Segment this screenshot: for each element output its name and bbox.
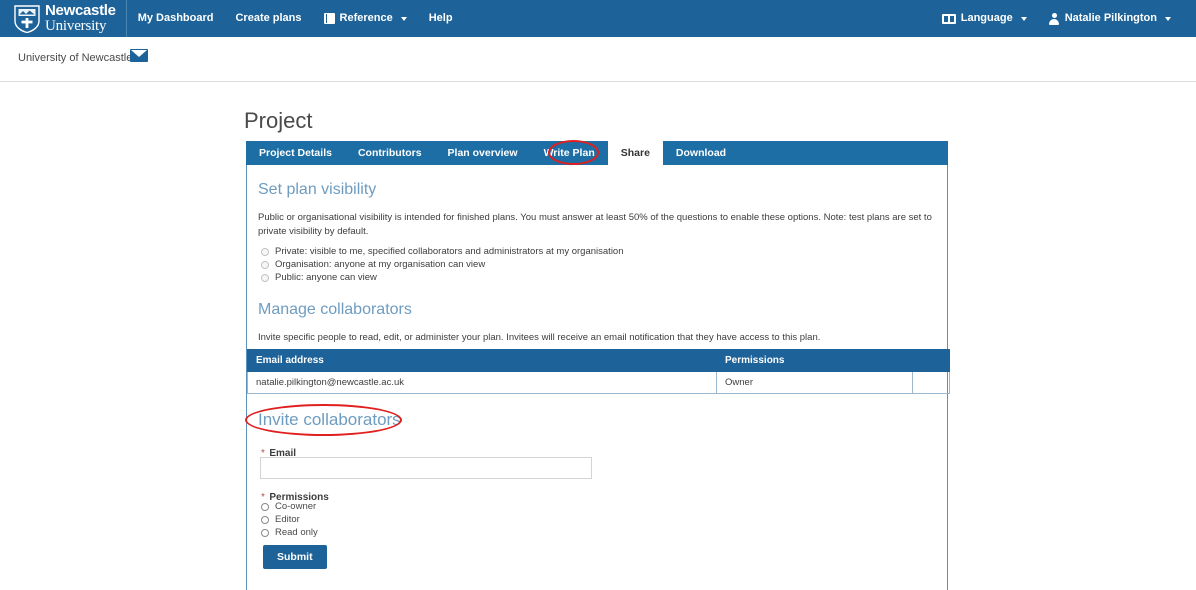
tab-label: Share [620,147,650,159]
chevron-down-icon [1020,16,1027,21]
primary-nav-links: My Dashboard Create plans Reference Help [127,0,464,37]
collaborators-table-wrapper: Email address Permissions natalie.pilkin… [247,349,950,394]
envelope-icon[interactable] [130,49,148,62]
column-header-email-address: Email address [247,349,717,372]
plan-tab-bar: Project Details Contributors Plan overvi… [246,141,948,165]
nav-item-label: My Dashboard [137,12,214,24]
tab-label: Write Plan [543,147,595,159]
nav-item-help[interactable]: Help [418,0,464,37]
visibility-option-public[interactable]: Public: anyone can view [261,272,624,284]
permissions-option-read-only[interactable]: Read only [261,527,318,539]
permissions-option-co-owner[interactable]: Co-owner [261,501,318,513]
shield-crest-icon [14,4,40,33]
nav-item-label: Natalie Pilkington [1064,12,1157,24]
page-title: Project [244,108,313,133]
organisation-name: University of Newcastle [18,52,133,64]
user-icon [1049,12,1060,25]
submit-button[interactable]: Submit [263,545,327,569]
language-icon [941,13,956,24]
visibility-radio-group: Private: visible to me, specified collab… [261,246,624,285]
radio-icon[interactable] [261,273,269,282]
tab-label: Download [675,147,727,159]
tab-contributors[interactable]: Contributors [345,141,435,165]
brand-logo[interactable]: Newcastle University [0,0,127,37]
visibility-option-private[interactable]: Private: visible to me, specified collab… [261,246,624,258]
navbar-right-group: Language Natalie Pilkington [931,0,1196,37]
book-icon [323,13,335,24]
column-header-actions [912,349,950,372]
top-navbar: Newcastle University My Dashboard Create… [0,0,1196,37]
nav-item-my-dashboard[interactable]: My Dashboard [127,0,225,37]
nav-item-label: Create plans [235,12,302,24]
set-plan-visibility-description: Public or organisational visibility is i… [258,212,932,237]
tab-label: Contributors [357,147,422,159]
share-panel: Set plan visibility Public or organisati… [246,165,950,590]
radio-icon[interactable] [261,260,269,269]
tab-label: Plan overview [447,147,518,159]
cell-email-address: natalie.pilkington@newcastle.ac.uk [247,371,717,394]
organisation-bar: University of Newcastle [0,37,1196,82]
radio-icon[interactable] [261,503,269,511]
chevron-down-icon [1165,16,1171,21]
visibility-option-label: Public: anyone can view [275,271,377,283]
cell-permissions: Owner [716,371,913,394]
permissions-option-editor[interactable]: Editor [261,514,318,526]
visibility-option-label: Organisation: anyone at my organisation … [275,258,486,270]
tab-plan-overview[interactable]: Plan overview [435,141,531,165]
nav-item-label: Help [428,12,453,24]
nav-item-reference[interactable]: Reference [313,0,418,37]
brand-line-2: University [45,18,107,34]
permissions-radio-group: Co-owner Editor Read only [261,501,318,540]
tab-share[interactable]: Share [607,141,663,165]
nav-item-language[interactable]: Language [931,0,1038,37]
table-row: natalie.pilkington@newcastle.ac.uk Owner [247,371,950,394]
tab-download[interactable]: Download [663,141,739,165]
radio-icon[interactable] [261,515,269,524]
nav-item-user-menu[interactable]: Natalie Pilkington [1038,0,1182,37]
tab-label: Project Details [259,147,332,159]
cell-actions[interactable] [912,371,950,394]
set-plan-visibility-heading: Set plan visibility [258,181,377,198]
visibility-option-organisation[interactable]: Organisation: anyone at my organisation … [261,259,624,271]
tab-project-details[interactable]: Project Details [246,141,345,165]
brand-line-1: Newcastle [45,2,116,19]
radio-icon[interactable] [261,248,269,256]
permissions-option-label: Read only [275,526,318,538]
table-header-row: Email address Permissions [247,349,950,372]
manage-collaborators-heading: Manage collaborators [258,301,412,318]
invite-collaborators-heading: Invite collaborators [258,410,401,429]
tab-write-plan[interactable]: Write Plan [531,141,608,165]
nav-item-label: Reference [339,12,393,24]
chevron-down-icon [400,16,407,21]
nav-item-label: Language [960,12,1013,24]
radio-icon[interactable] [261,528,269,537]
collaborators-table: Email address Permissions natalie.pilkin… [247,349,950,394]
nav-item-create-plans[interactable]: Create plans [224,0,312,37]
brand-text: Newcastle University [45,3,116,34]
visibility-option-label: Private: visible to me, specified collab… [275,246,624,257]
permissions-option-label: Co-owner [275,501,317,512]
manage-collaborators-description: Invite specific people to read, edit, or… [258,332,821,343]
column-header-permissions: Permissions [716,349,913,372]
email-field[interactable] [260,457,592,479]
permissions-option-label: Editor [275,513,300,525]
